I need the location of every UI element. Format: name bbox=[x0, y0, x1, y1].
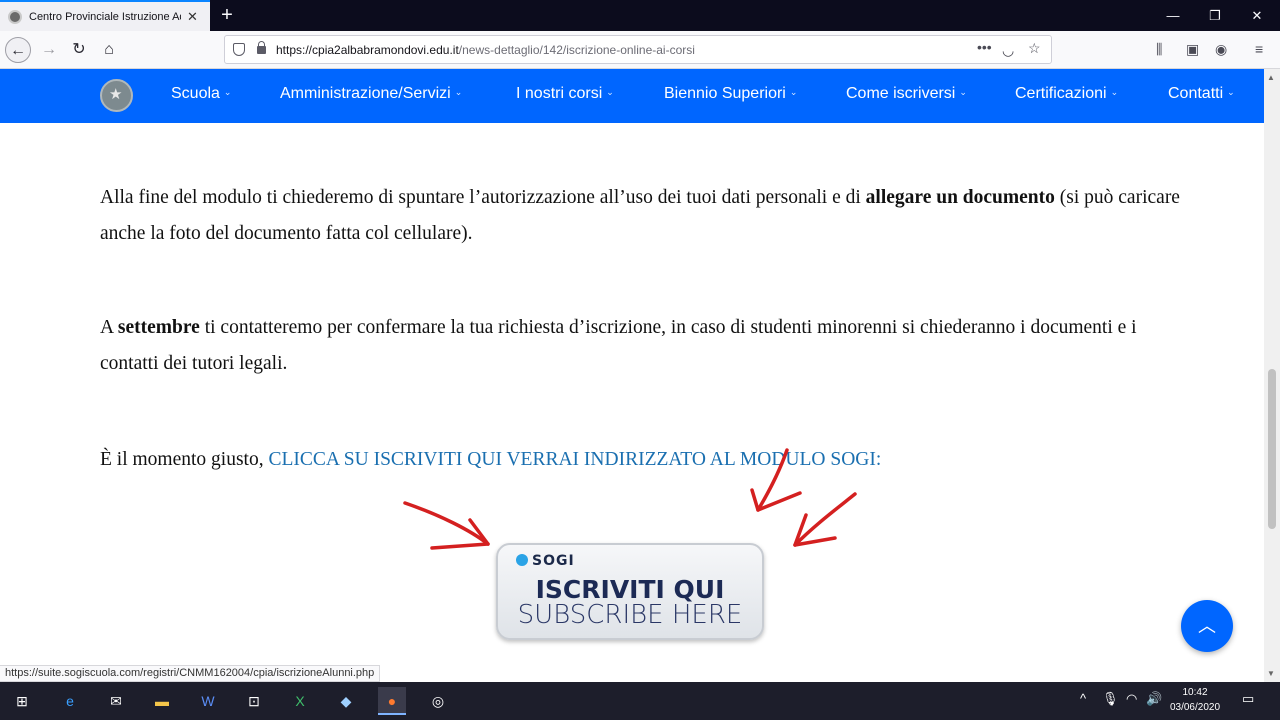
back-button-icon[interactable]: ← bbox=[5, 37, 31, 63]
menu-item-corsi[interactable]: I nostri corsi ⌄ bbox=[516, 85, 614, 103]
home-icon[interactable]: ⌂ bbox=[96, 37, 122, 63]
system-clock[interactable]: 10:42 03/06/2020 bbox=[1165, 685, 1225, 715]
app-icon[interactable]: ◆ bbox=[332, 687, 360, 715]
site-navigation: Scuola⌄ Amministrazione/Servizi⌄ I nostr… bbox=[0, 69, 1264, 123]
chevron-down-icon: ⌄ bbox=[1227, 87, 1235, 97]
edge-icon[interactable]: e bbox=[56, 687, 84, 715]
chevron-down-icon: ⌄ bbox=[223, 87, 232, 97]
notifications-icon[interactable]: ▭ bbox=[1242, 691, 1254, 707]
windows-start-icon[interactable]: ⊞ bbox=[8, 687, 36, 715]
library-icon[interactable]: ⫼ bbox=[1156, 41, 1162, 58]
close-window-icon[interactable]: ✕ bbox=[1234, 0, 1280, 31]
clock-time: 10:42 bbox=[1182, 687, 1208, 698]
minimize-window-icon[interactable]: — bbox=[1150, 0, 1196, 31]
browser-toolbar: ← → ↻ ⌂ https://cpia2albabramondovi.edu.… bbox=[0, 31, 1280, 69]
menu-icon[interactable]: ≡ bbox=[1255, 41, 1263, 57]
sidebar-icon[interactable]: ▣ bbox=[1186, 41, 1199, 58]
menu-item-contatti[interactable]: Contatti ⌄ bbox=[1168, 85, 1235, 103]
windows-taskbar: ⊞ e ✉ ▬ W ⊡ X ◆ ● ◎ ^ 🎙 ◠ 🔊 10:42 03/06/… bbox=[0, 682, 1280, 720]
right-arrow-icon bbox=[793, 492, 857, 547]
browser-tab-strip: Centro Provinciale Istruzione Adulti ✕ +… bbox=[0, 0, 1280, 31]
tab-title: Centro Provinciale Istruzione Adulti bbox=[29, 10, 181, 23]
tracking-protection-icon[interactable] bbox=[233, 43, 245, 56]
chevron-down-icon: ⌄ bbox=[789, 87, 798, 97]
subscribe-here-label: SUBSCRIBE HERE bbox=[517, 600, 743, 630]
menu-item-amministrazione[interactable]: Amministrazione/Servizi ⌄ bbox=[280, 85, 462, 103]
link-status-bar: https://suite.sogiscuola.com/registri/CN… bbox=[0, 665, 381, 682]
iscriviti-qui-button[interactable]: SOGI ISCRIVITI QUI SUBSCRIBE HERE bbox=[496, 543, 764, 640]
url-text: https://cpia2albabramondovi.edu.it/news-… bbox=[276, 42, 695, 57]
scrollbar-thumb[interactable] bbox=[1268, 369, 1276, 529]
paragraph-allegare: Alla fine del modulo ti chiederemo di sp… bbox=[100, 187, 1180, 244]
clock-date: 03/06/2020 bbox=[1169, 702, 1221, 713]
sogi-link[interactable]: CLICCA SU ISCRIVITI QUI VERRAI INDIRIZZA… bbox=[268, 449, 881, 470]
italian-republic-emblem-icon[interactable] bbox=[100, 79, 133, 112]
site-favicon-icon bbox=[8, 9, 22, 24]
middle-arrow-head-icon bbox=[750, 488, 802, 512]
paragraph-settembre: A settembre ti contatteremo per conferma… bbox=[100, 317, 1137, 374]
chevron-down-icon: ⌄ bbox=[606, 87, 614, 97]
chevron-down-icon: ⌄ bbox=[959, 87, 967, 97]
menu-item-certificazioni[interactable]: Certificazioni ⌄ bbox=[1015, 85, 1118, 103]
microphone-icon[interactable]: 🎙 bbox=[1102, 691, 1119, 707]
account-icon[interactable]: ◉ bbox=[1215, 41, 1227, 58]
forward-button-icon[interactable]: → bbox=[36, 37, 62, 63]
chevron-down-icon: ⌄ bbox=[454, 87, 463, 97]
store-icon[interactable]: ⊡ bbox=[240, 687, 268, 715]
left-arrow-head-icon bbox=[430, 518, 490, 550]
browser-tab[interactable]: Centro Provinciale Istruzione Adulti ✕ bbox=[0, 0, 210, 31]
volume-icon[interactable]: 🔊 bbox=[1146, 691, 1162, 707]
tray-chevron-icon[interactable]: ^ bbox=[1080, 691, 1086, 706]
sogi-logo: SOGI bbox=[516, 553, 575, 569]
pocket-icon[interactable]: ◡ bbox=[1002, 42, 1014, 59]
page-scrollbar[interactable]: ▲ ▼ bbox=[1264, 69, 1280, 682]
file-explorer-icon[interactable]: ▬ bbox=[148, 687, 176, 715]
paragraph-call-to-action: È il momento giusto, CLICCA SU ISCRIVITI… bbox=[100, 449, 882, 470]
menu-item-scuola[interactable]: Scuola ⌄ bbox=[171, 85, 231, 103]
new-tab-button[interactable]: + bbox=[216, 4, 238, 26]
mail-icon[interactable]: ✉ bbox=[102, 687, 130, 715]
scroll-down-icon[interactable]: ▼ bbox=[1267, 669, 1275, 678]
menu-item-biennio[interactable]: Biennio Superiori ⌄ bbox=[664, 85, 797, 103]
bookmark-star-icon[interactable]: ☆ bbox=[1028, 40, 1041, 57]
close-tab-icon[interactable]: ✕ bbox=[187, 9, 198, 25]
scroll-up-icon[interactable]: ▲ bbox=[1267, 73, 1275, 82]
wifi-icon[interactable]: ◠ bbox=[1126, 691, 1137, 707]
excel-icon[interactable]: X bbox=[286, 687, 314, 715]
page-actions-icon[interactable]: ••• bbox=[977, 39, 992, 55]
word-icon[interactable]: W bbox=[194, 687, 222, 715]
restore-window-icon[interactable]: ❐ bbox=[1192, 0, 1238, 31]
menu-item-iscriversi[interactable]: Come iscriversi ⌄ bbox=[846, 85, 967, 103]
lock-icon[interactable] bbox=[257, 40, 266, 54]
left-arrow-icon bbox=[403, 501, 490, 546]
obs-icon[interactable]: ◎ bbox=[424, 687, 452, 715]
chevron-up-icon: ︿ bbox=[1198, 616, 1216, 636]
back-to-top-button[interactable]: ︿ bbox=[1181, 600, 1233, 652]
chevron-down-icon: ⌄ bbox=[1110, 87, 1119, 97]
firefox-icon[interactable]: ● bbox=[378, 687, 406, 715]
reload-icon[interactable]: ↻ bbox=[66, 37, 92, 63]
right-arrow-head-icon bbox=[793, 513, 837, 547]
address-bar[interactable]: https://cpia2albabramondovi.edu.it/news-… bbox=[224, 35, 1052, 64]
